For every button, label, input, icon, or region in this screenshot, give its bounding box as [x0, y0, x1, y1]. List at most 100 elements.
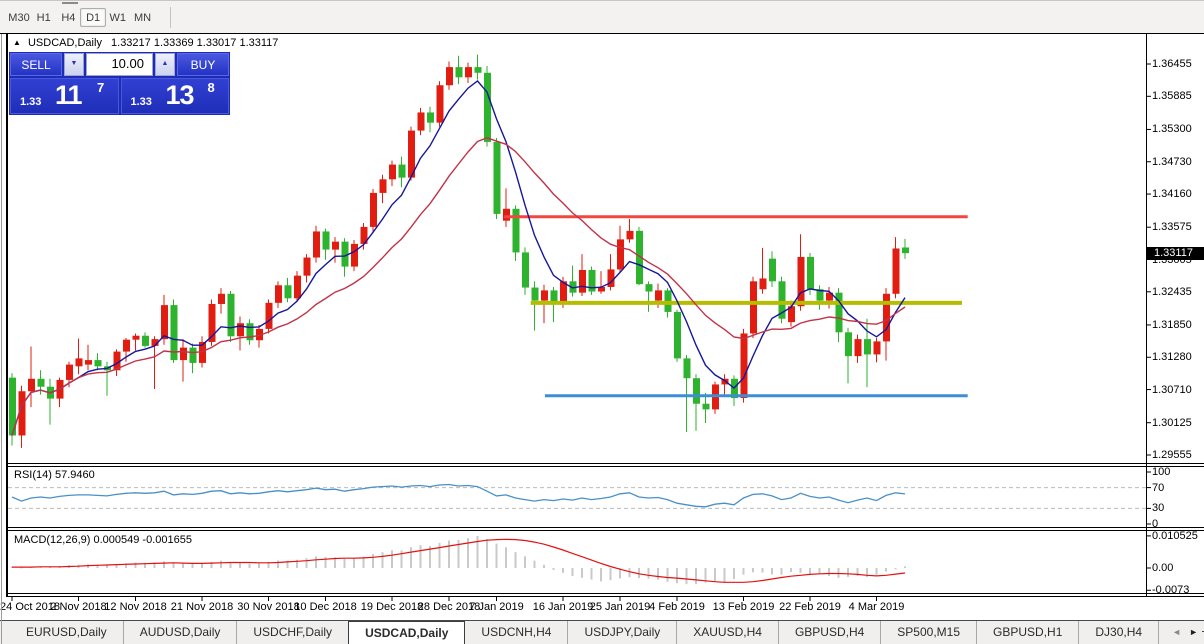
ask-price-pips: 13: [166, 80, 194, 111]
macd-histogram-bar: [714, 568, 716, 581]
macd-indicator-label: MACD(12,26,9) 0.000549 -0.001655: [14, 534, 192, 546]
macd-histogram-bar: [695, 568, 697, 584]
macd-histogram-bar: [904, 566, 906, 568]
macd-histogram-bar: [847, 568, 849, 577]
candle-body: [351, 244, 358, 267]
chart-frame-border: [6, 593, 1204, 594]
ask-price-point: 8: [208, 80, 215, 95]
candle-body: [456, 67, 463, 77]
macd-histogram-bar: [505, 547, 507, 568]
time-axis-label: 22 Feb 2019: [779, 601, 841, 613]
candle-body: [275, 285, 282, 303]
candle-body: [266, 303, 273, 329]
macd-histogram-bar: [410, 547, 412, 568]
candle-body: [38, 379, 45, 387]
macd-histogram-bar: [372, 554, 374, 568]
time-axis-label: 25 Jan 2019: [590, 601, 651, 613]
macd-histogram-bar: [724, 568, 726, 582]
time-axis-label: 12 Nov 2018: [104, 601, 166, 613]
candle-body: [674, 312, 681, 358]
bid-price-prefix: 1.33: [20, 96, 41, 108]
chart-tab-xauusd-h4[interactable]: XAUUSD,H4: [676, 621, 778, 644]
price-axis-label: 1.30710: [1152, 384, 1192, 396]
candle-body: [807, 257, 814, 289]
time-axis-label: 13 Feb 2019: [713, 601, 775, 613]
macd-histogram-bar: [315, 556, 317, 568]
tab-scroll-left-icon[interactable]: ◄: [1172, 627, 1181, 637]
candle-body: [123, 340, 130, 352]
collapse-trade-panel-icon[interactable]: ▲: [13, 38, 21, 47]
macd-axis-label: 0.00: [1152, 562, 1173, 574]
volume-input[interactable]: 10.00: [86, 53, 153, 76]
ask-quote-button[interactable]: 1.33 13 8: [121, 78, 230, 114]
price-axis-label: 1.31850: [1152, 319, 1192, 331]
candle-body: [228, 294, 235, 337]
chart-tab-gbpusd-h4[interactable]: GBPUSD,H4: [778, 621, 880, 644]
macd-histogram-bar: [733, 568, 735, 579]
macd-histogram-bar: [828, 568, 830, 576]
chart-tab-eurusd-daily[interactable]: EURUSD,Daily: [10, 621, 123, 644]
volume-decrease-button[interactable]: ▼: [64, 53, 84, 76]
candle-body: [142, 336, 149, 346]
macd-histogram-bar: [220, 561, 222, 568]
chart-frame-border: [6, 527, 1204, 528]
macd-histogram-bar: [762, 568, 764, 573]
sell-button[interactable]: SELL: [10, 53, 62, 76]
price-axis-label: 1.33575: [1152, 221, 1192, 233]
volume-increase-button[interactable]: ▲: [155, 53, 175, 76]
candle-body: [760, 278, 767, 289]
chart-tab-usdjpy-daily[interactable]: USDJPY,Daily: [567, 621, 676, 644]
macd-histogram-bar: [553, 568, 555, 570]
ask-price-prefix: 1.33: [131, 96, 152, 108]
candle-body: [465, 67, 472, 77]
buy-button[interactable]: BUY: [177, 53, 229, 76]
chart-frame-border: [6, 596, 1204, 597]
time-axis-label: 7 Jan 2019: [469, 601, 523, 613]
candle-body: [845, 332, 852, 356]
candle-body: [655, 290, 662, 300]
candle-body: [285, 285, 292, 298]
macd-histogram-bar: [838, 568, 840, 578]
candle-body: [864, 339, 871, 354]
macd-histogram-bar: [600, 568, 602, 581]
macd-axis-label: 0.010525: [1152, 530, 1198, 542]
candle-body: [294, 276, 301, 299]
time-axis-label: 16 Jan 2019: [533, 601, 594, 613]
price-axis-label: 1.35300: [1152, 123, 1192, 135]
chart-title: ▲ USDCAD,Daily 1.33217 1.33369 1.33017 1…: [13, 37, 278, 49]
macd-histogram-bar: [192, 564, 194, 568]
macd-histogram-bar: [401, 550, 403, 568]
macd-histogram-bar: [277, 560, 279, 568]
macd-histogram-bar: [543, 565, 545, 568]
candle-body: [532, 288, 539, 301]
candle-body: [902, 247, 909, 253]
chart-tab-gbpusd-h1[interactable]: GBPUSD,H1: [976, 621, 1078, 644]
indicator-line: [12, 138, 905, 436]
time-axis-label: 2 Nov 2018: [50, 601, 106, 613]
macd-histogram-bar: [382, 552, 384, 568]
candle-body: [446, 67, 453, 85]
chart-tab-usdcnh-h4[interactable]: USDCNH,H4: [465, 621, 567, 644]
candle-body: [617, 239, 624, 269]
candle-body: [741, 333, 748, 398]
macd-histogram-bar: [486, 539, 488, 568]
tab-scroll-controls: ◄ ►: [1168, 621, 1202, 643]
chart-tab-usdcad-daily[interactable]: USDCAD,Daily: [348, 621, 465, 644]
chart-tab-sp500-m15[interactable]: SP500,M15: [880, 621, 976, 644]
time-axis-label: 4 Feb 2019: [649, 601, 705, 613]
price-axis-label: 1.29555: [1152, 449, 1192, 461]
macd-histogram-bar: [610, 568, 612, 580]
time-axis-label: 19 Dec 2018: [361, 601, 423, 613]
macd-histogram-bar: [201, 563, 203, 568]
chart-tab-dj30-h4[interactable]: DJ30,H4: [1078, 621, 1158, 644]
macd-histogram-bar: [391, 550, 393, 568]
chart-tab-audusd-daily[interactable]: AUDUSD,Daily: [123, 621, 237, 644]
macd-histogram-bar: [629, 568, 631, 577]
chart-tab-usdchf-daily[interactable]: USDCHF,Daily: [236, 621, 348, 644]
macd-histogram-bar: [771, 568, 773, 574]
time-axis-label: 30 Nov 2018: [237, 601, 299, 613]
tab-scroll-right-icon[interactable]: ►: [1189, 627, 1198, 637]
bid-quote-button[interactable]: 1.33 11 7: [10, 78, 119, 114]
candle-body: [304, 258, 311, 276]
chart-ohlc-values: 1.33217 1.33369 1.33017 1.33117: [111, 37, 278, 49]
